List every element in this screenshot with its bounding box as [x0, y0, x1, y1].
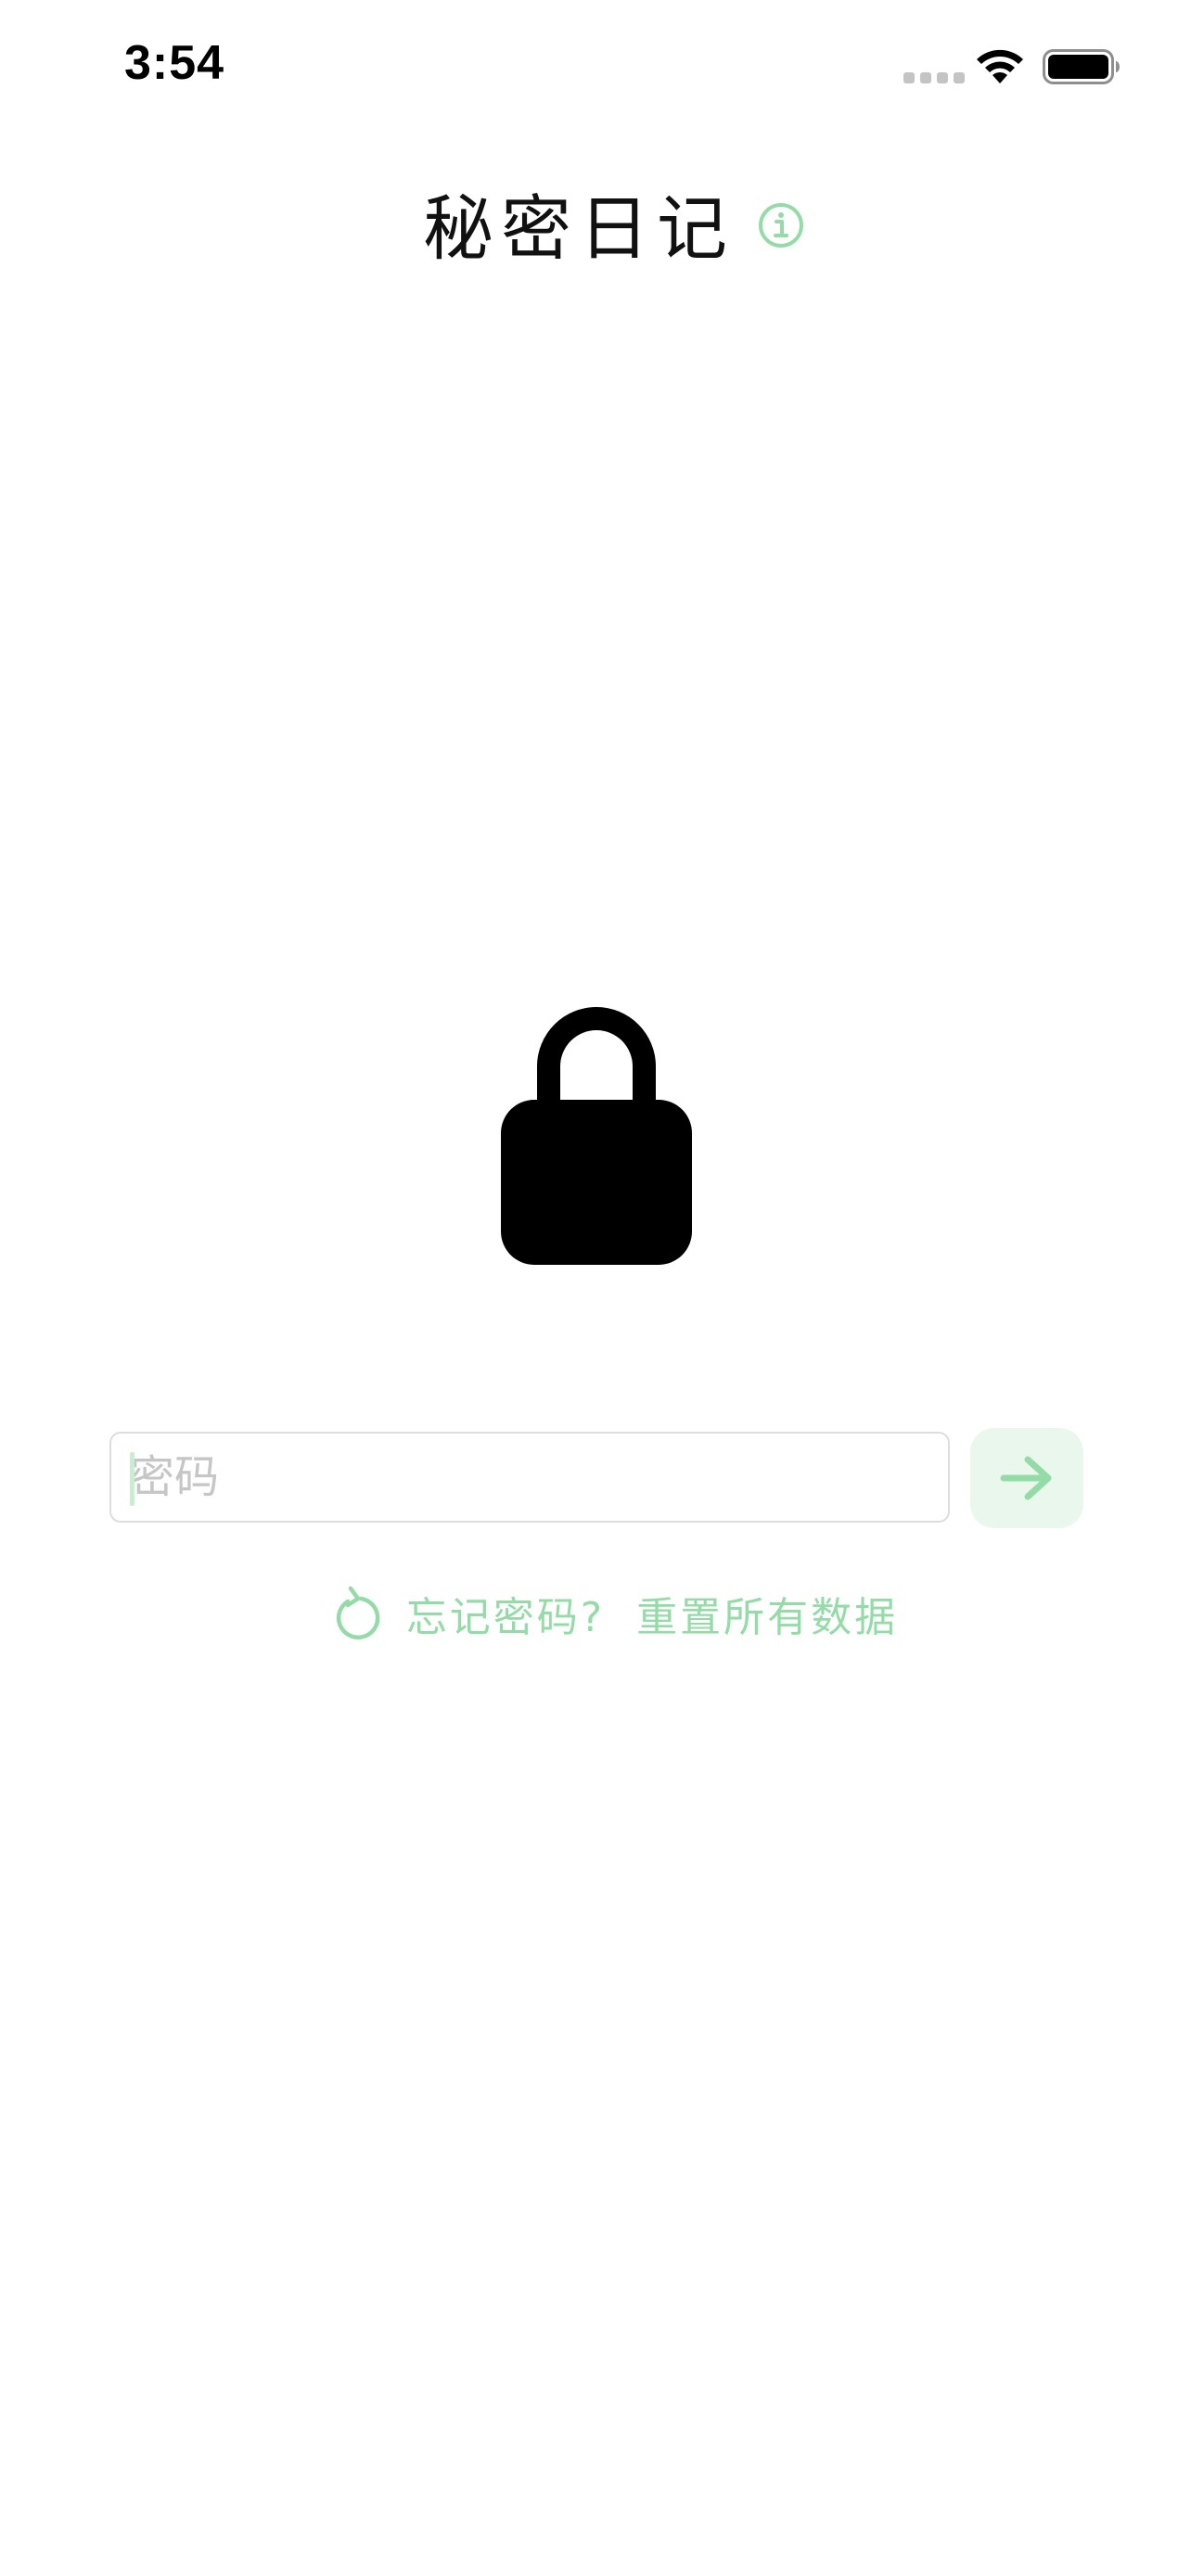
password-row	[109, 1428, 1083, 1534]
reset-row: 忘记密码? 重置所有数据	[0, 1576, 1191, 1651]
password-input[interactable]	[130, 1435, 928, 1519]
status-time: 3:54	[124, 36, 225, 90]
reset-data-link[interactable]: 忘记密码? 重置所有数据	[293, 1584, 898, 1643]
reset-icon	[336, 1586, 380, 1640]
battery-icon	[1043, 49, 1120, 84]
status-bar: 3:54	[0, 0, 1191, 139]
forgot-password-label: 忘记密码?	[405, 1594, 606, 1641]
page-title: 秘密日记	[423, 187, 735, 270]
password-field[interactable]	[109, 1432, 950, 1523]
lock-icon	[501, 1007, 692, 1265]
reset-all-data-label[interactable]: 重置所有数据	[636, 1584, 898, 1643]
text-caret	[130, 1452, 134, 1506]
arrow-right-icon	[1000, 1456, 1052, 1500]
submit-button[interactable]	[970, 1428, 1083, 1528]
wifi-icon	[977, 49, 1023, 83]
header: 秘密日记	[0, 167, 1191, 278]
cellular-signal-icon	[903, 72, 965, 83]
info-icon[interactable]	[757, 201, 805, 249]
